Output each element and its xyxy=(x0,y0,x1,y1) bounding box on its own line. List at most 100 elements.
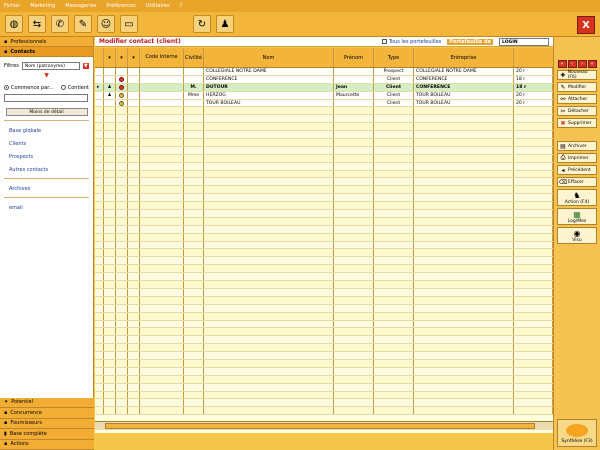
menu-preferences[interactable]: Préférences xyxy=(106,3,135,9)
new-button[interactable]: ✚ Nouveau (F6) xyxy=(557,70,597,80)
log-button[interactable]: ▦ Log/Mes xyxy=(557,208,597,225)
table-row-empty xyxy=(95,265,553,274)
phone-icon[interactable]: ✆ xyxy=(51,15,69,33)
nav-actions[interactable]: ▪ Actions xyxy=(0,439,94,450)
arrow-down-icon: ▼ xyxy=(44,72,49,79)
col-type[interactable]: Type xyxy=(374,48,414,67)
cell-entreprise: TOUR BOILEAU xyxy=(414,91,514,99)
previous-record-button[interactable]: ‹ xyxy=(567,60,577,68)
refresh-icon[interactable]: ↻ xyxy=(193,15,211,33)
globe-icon[interactable]: ◍ xyxy=(5,15,23,33)
previous-button[interactable]: ◂ Précédent xyxy=(557,165,597,175)
menu-help[interactable]: ? xyxy=(180,3,183,9)
col-status[interactable]: ▾ xyxy=(116,48,128,67)
all-portfolios-checkbox[interactable]: Tous les portefeuilles xyxy=(381,38,441,45)
user-green-icon[interactable]: ♟ xyxy=(216,15,234,33)
table-row-empty xyxy=(95,202,553,211)
menu-utilitaires[interactable]: Utilitaires xyxy=(146,3,170,9)
col-code-interne[interactable]: Code Interne xyxy=(140,48,184,67)
table-row[interactable]: CONFERENCE Client CONFERENCE 18 r xyxy=(95,75,553,84)
table-row[interactable]: ▸ ♟ M. DUTOUR Jean Client CONFERENCE 18 r xyxy=(95,83,553,92)
link-email[interactable]: email xyxy=(9,205,89,211)
note-icon[interactable]: ✎ xyxy=(74,15,92,33)
search-input[interactable] xyxy=(4,94,88,102)
link-clients[interactable]: Clients xyxy=(9,141,89,147)
col-civilite[interactable]: Civilité xyxy=(184,48,204,67)
star-icon: ✦ xyxy=(4,399,9,406)
cell-extra: 18 r xyxy=(514,83,553,91)
nav-potentiel[interactable]: ✦ Potentiel xyxy=(0,397,94,408)
last-record-button[interactable]: » xyxy=(587,60,597,68)
cell-nom: DUTOUR xyxy=(204,83,334,91)
link-base-globale[interactable]: Base globale xyxy=(9,128,89,134)
table-row-empty xyxy=(95,352,553,360)
delete-icon: ✖ xyxy=(560,119,566,127)
cell-prenom xyxy=(334,68,374,75)
folder-icon: ▪ xyxy=(4,38,8,45)
col-entreprise[interactable]: Entreprise xyxy=(414,48,514,67)
visu-button[interactable]: ◉ Visu xyxy=(557,227,597,244)
folder-open-icon[interactable]: ▭ xyxy=(120,15,138,33)
people-icon[interactable]: ☺ xyxy=(97,15,115,33)
menu-bar: Fichier Marketing Messageries Préférence… xyxy=(0,0,600,12)
menu-messageries[interactable]: Messageries xyxy=(65,3,96,9)
link-autres-contacts[interactable]: Autres contacts xyxy=(9,167,89,173)
nav-base-complete[interactable]: ▮ Base complète xyxy=(0,429,94,440)
less-detail-button[interactable]: Moins de détail xyxy=(5,108,88,116)
attach-button[interactable]: ⚯ Attacher xyxy=(557,94,597,104)
radio-starts-with[interactable]: Commence par... xyxy=(4,85,54,91)
cell-civ xyxy=(184,68,204,75)
calendar-icon: ▪ xyxy=(4,441,8,448)
warning-status-icon: ! xyxy=(119,92,124,98)
cell-extra: 20 r xyxy=(514,91,553,99)
cell-nom: HERZOG xyxy=(204,91,334,99)
nav-contacts[interactable]: ▪ Contacts xyxy=(0,47,93,57)
col-flag[interactable]: ▾ xyxy=(104,48,116,67)
table-row-empty xyxy=(95,154,553,163)
table-row-empty xyxy=(95,320,553,329)
nav-concurrence[interactable]: ▪ Concurrence xyxy=(0,408,94,419)
table-row-empty xyxy=(95,233,553,242)
table-row-empty xyxy=(95,217,553,226)
edit-button[interactable]: ✎ Modifier xyxy=(557,82,597,92)
table-row[interactable]: COLLEGIALE NOTRE DAME Prospect COLLEGIALE … xyxy=(95,68,553,76)
col-nom[interactable]: Nom xyxy=(204,48,334,67)
stop-status-icon xyxy=(119,84,124,90)
next-record-button[interactable]: › xyxy=(577,60,587,68)
table-row[interactable]: ♟! Mme HERZOG Maurcette Client TOUR BOILEAU 20… xyxy=(95,91,553,100)
table-row-empty xyxy=(95,186,553,195)
signpost-icon[interactable]: ⇆ xyxy=(28,15,46,33)
truck-icon: ▪ xyxy=(4,420,8,427)
delete-button[interactable]: ✖ Supprimer xyxy=(557,118,597,128)
link-prospects[interactable]: Prospects xyxy=(9,154,89,160)
col-prenom[interactable]: Prénom xyxy=(334,48,374,67)
filter-dropdown-icon[interactable]: ▼ xyxy=(82,63,89,69)
col-extra[interactable]: ▾ xyxy=(128,48,140,67)
action-button[interactable]: ♞ Action (F4) xyxy=(557,189,597,206)
close-button[interactable]: X xyxy=(577,16,595,34)
archive-button[interactable]: ▤ Archiver xyxy=(557,141,597,151)
erase-button[interactable]: ⌫ Effacer xyxy=(557,177,597,187)
menu-marketing[interactable]: Marketing xyxy=(30,3,55,9)
portfolio-select[interactable]: LOGIN xyxy=(499,37,549,46)
table-row-empty xyxy=(95,367,553,376)
link-archives[interactable]: Archives xyxy=(9,186,89,192)
filter-select[interactable]: Nom (patronyme) xyxy=(21,62,80,70)
radio-contains[interactable]: Contient xyxy=(60,85,89,91)
print-button[interactable]: ⎙ Imprimer xyxy=(557,153,597,163)
eye-icon: ◉ xyxy=(573,228,581,238)
scroll-thumb[interactable] xyxy=(105,423,535,429)
horizontal-scrollbar[interactable] xyxy=(95,421,553,430)
synthesis-button[interactable]: Synthèse (F3) xyxy=(557,419,597,447)
first-record-button[interactable]: « xyxy=(557,60,567,68)
cell-nom: TOUR BOILEAU xyxy=(204,99,334,107)
cell-extra: 18 r xyxy=(514,75,553,83)
table-row[interactable]: ! TOUR BOILEAU Client TOUR BOILEAU 20 r xyxy=(95,99,553,108)
menu-fichier[interactable]: Fichier xyxy=(4,3,20,9)
nav-fournisseurs[interactable]: ▪ Fournisseurs xyxy=(0,418,94,429)
erase-icon: ⌫ xyxy=(558,178,568,186)
table-row-empty xyxy=(95,344,553,353)
nav-professionnels[interactable]: ▪ Professionnels xyxy=(0,37,93,47)
detach-button[interactable]: ✂ Détacher xyxy=(557,106,597,116)
edit-icon: ✎ xyxy=(560,83,566,91)
